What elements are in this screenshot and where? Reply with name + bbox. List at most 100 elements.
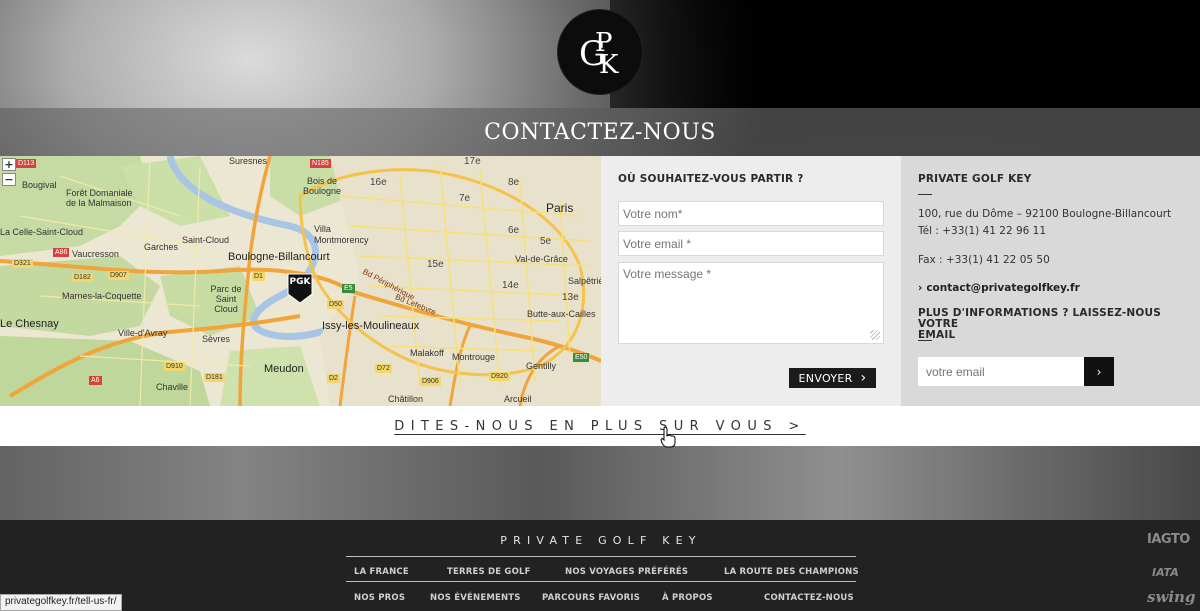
map-label: Le Chesnay <box>0 318 59 330</box>
email-field[interactable] <box>618 231 884 256</box>
tell-us-band: DITES-NOUS EN PLUS SUR VOUS > <box>0 406 1200 446</box>
footer-nav-item[interactable]: TERRES DE GOLF <box>447 567 531 577</box>
chevron-right-icon: › <box>860 370 867 386</box>
footer-title: PRIVATE GOLF KEY <box>500 534 702 547</box>
map-label: Villa Montmorency <box>314 224 369 245</box>
map-label: Issy-les-Moulineaux <box>322 320 420 332</box>
chevron-right-icon: › <box>1096 364 1102 379</box>
footer-nav-item[interactable]: À PROPOS <box>662 593 713 603</box>
company-address: 100, rue du Dôme – 92100 Boulogne-Billan… <box>918 208 1172 220</box>
map-label: Boulogne-Billancourt <box>228 251 330 263</box>
road-tag: D1 <box>252 272 265 281</box>
map-label: 8e <box>508 177 520 188</box>
company-name: PRIVATE GOLF KEY <box>918 173 1032 185</box>
contact-email-text: contact@privategolfkey.fr <box>926 282 1080 294</box>
map-label: Parc de Saint Cloud <box>210 284 242 314</box>
send-button-label: ENVOYER <box>798 371 853 385</box>
road-tag: D181 <box>204 373 225 382</box>
road-tag: A86 <box>53 248 70 257</box>
road-tag: D910 <box>164 362 185 371</box>
hero-dark-overlay <box>610 0 1200 108</box>
road-tag: E50 <box>573 353 590 362</box>
swing-logo[interactable]: swing <box>1147 588 1195 606</box>
map-label: La Celle-Saint-Cloud <box>0 227 84 237</box>
map-label: Butte-aux-Cailles <box>527 309 596 319</box>
map-label: Forêt Domaniale de la Malmaison <box>66 188 133 208</box>
map-label: Ville-d'Avray <box>118 328 168 338</box>
map-label: Chaville <box>156 382 189 392</box>
map-label: Paris <box>546 201 574 215</box>
zoom-in-button[interactable]: + <box>2 158 16 171</box>
location-pin-marker[interactable]: PGK <box>286 272 314 304</box>
divider <box>918 340 932 341</box>
resize-grip-icon[interactable] <box>870 330 880 340</box>
send-button[interactable]: ENVOYER › <box>789 368 876 388</box>
map-label: Suresnes <box>229 156 268 166</box>
footer-divider <box>346 556 856 557</box>
road-tag: A6 <box>89 376 102 385</box>
map-label: 15e <box>427 259 444 270</box>
map-label: Malakoff <box>410 348 444 358</box>
map-zoom-controls: + − <box>2 158 16 186</box>
road-tag: D907 <box>108 271 129 280</box>
map-label: 13e <box>562 292 579 303</box>
map-label: 17e <box>464 156 481 167</box>
page-title-band: CONTACTEZ-NOUS <box>0 108 1200 156</box>
map-label: 5e <box>540 236 552 247</box>
map-label: Garches <box>144 242 179 252</box>
contact-email-link[interactable]: › contact@privategolfkey.fr <box>918 282 1080 294</box>
road-tag: D50 <box>327 300 344 309</box>
footer-nav-item[interactable]: PARCOURS FAVORIS <box>542 593 640 603</box>
name-field[interactable] <box>618 201 884 226</box>
map-label: Salpêtrière <box>568 276 601 286</box>
zoom-out-button[interactable]: − <box>2 173 16 186</box>
map-label: Gentilly <box>526 361 557 371</box>
map-label: Sèvres <box>202 334 231 344</box>
newsletter-submit-button[interactable]: › <box>1084 357 1114 386</box>
road-tag: D321 <box>12 259 33 268</box>
form-heading: OÙ SOUHAITEZ-VOUS PARTIR ? <box>618 173 804 185</box>
browser-status-url: privategolfkey.fr/tell-us-fr/ <box>0 594 122 611</box>
footer-nav-item[interactable]: NOS ÉVÉNEMENTS <box>430 593 521 603</box>
road-tag: N185 <box>310 159 331 168</box>
svg-text:K: K <box>599 50 619 80</box>
map-label: Saint-Cloud <box>182 235 230 245</box>
map-label: Arcueil <box>504 394 532 404</box>
newsletter-heading-line1: PLUS D'INFORMATIONS ? LAISSEZ-NOUS VOTRE <box>918 307 1162 330</box>
map-label: Vaucresson <box>72 249 119 259</box>
page-title: CONTACTEZ-NOUS <box>484 119 716 145</box>
footer-nav-item[interactable]: LA ROUTE DES CHAMPIONS <box>724 567 859 577</box>
iata-logo[interactable]: IATA <box>1152 566 1179 579</box>
map-label: 14e <box>502 280 519 291</box>
map-label: Val-de-Grâce <box>515 254 568 264</box>
tell-us-link[interactable]: DITES-NOUS EN PLUS SUR VOUS > <box>394 419 805 434</box>
map-label: 6e <box>508 225 520 236</box>
map-label: Bois de Boulogne <box>302 176 342 196</box>
footer-nav-item[interactable]: NOS VOYAGES PRÉFÉRÉS <box>565 567 688 577</box>
iagto-logo[interactable]: IAGTO <box>1147 532 1190 547</box>
pin-label: PGK <box>289 277 311 287</box>
chevron-right-icon: › <box>918 282 923 294</box>
map-label: 16e <box>370 177 387 188</box>
message-field[interactable] <box>618 262 884 344</box>
map-label: Montrouge <box>452 352 496 362</box>
footer-nav-item[interactable]: LA FRANCE <box>354 567 409 577</box>
road-tag: E5 <box>342 284 355 293</box>
road-tag: D2 <box>327 374 340 383</box>
company-fax: Fax : +33(1) 41 22 05 50 <box>918 254 1050 266</box>
footer-nav-item[interactable]: CONTACTEZ-NOUS <box>764 593 854 603</box>
company-phone: Tél : +33(1) 41 22 96 11 <box>918 225 1047 237</box>
divider <box>918 194 932 195</box>
map-label: Meudon <box>264 363 304 375</box>
road-tag: D920 <box>489 372 510 381</box>
map-label: Bougival <box>22 180 57 190</box>
footer-nav-item[interactable]: NOS PROS <box>354 593 405 603</box>
newsletter-email-input[interactable] <box>918 357 1084 386</box>
footer-divider <box>346 581 856 582</box>
map-label: 7e <box>459 193 471 204</box>
pgk-logo[interactable]: G P K <box>558 10 642 94</box>
pgk-monogram-icon: G P K <box>579 28 619 80</box>
hand-cursor-icon <box>660 426 676 448</box>
map-label: Marnes-la-Coquette <box>62 291 142 301</box>
newsletter-heading: PLUS D'INFORMATIONS ? LAISSEZ-NOUS VOTRE… <box>918 308 1183 341</box>
